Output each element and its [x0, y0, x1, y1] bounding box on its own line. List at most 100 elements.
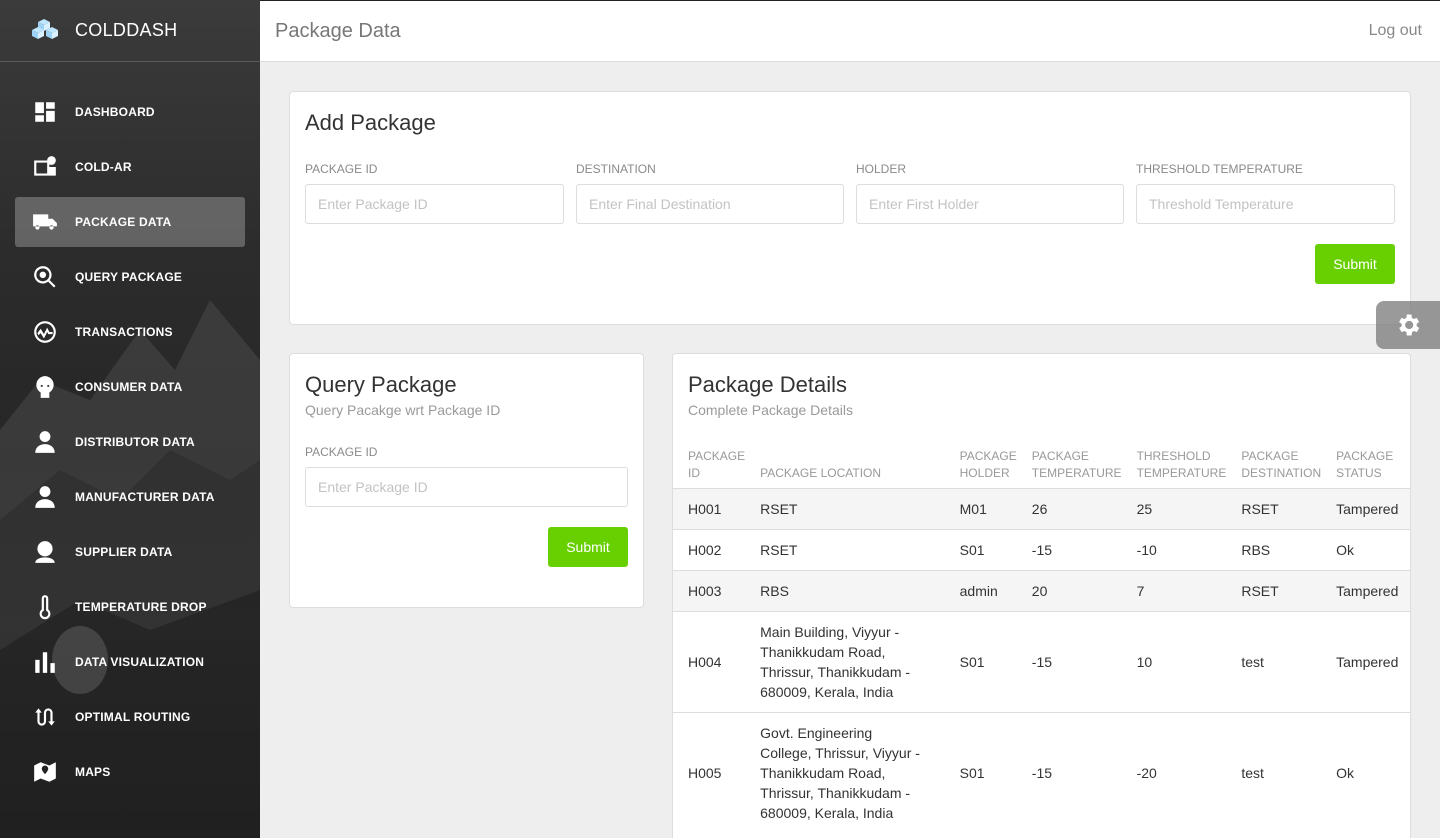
sidebar-item-maps[interactable]: MAPS: [15, 747, 245, 797]
package-details-header: Package Details Complete Package Details: [688, 372, 853, 418]
destination-field-group: DESTINATION: [576, 162, 844, 224]
sidebar-item-label: DATA VISUALIZATION: [75, 655, 205, 669]
sidebar-item-consumer-data[interactable]: CONSUMER DATA: [15, 362, 245, 412]
table-cell: RSET: [745, 488, 945, 530]
query-package-id-input[interactable]: [305, 467, 628, 507]
sidebar-nav: DASHBOARD COLD-AR PACKAGE DATA QUERY PAC…: [0, 62, 260, 797]
sidebar-item-cold-ar[interactable]: COLD-AR: [15, 142, 245, 192]
table-cell: RSET: [1226, 570, 1322, 612]
sidebar-item-package-data[interactable]: PACKAGE DATA: [15, 197, 245, 247]
add-package-card: Add Package PACKAGE ID DESTINATION HOLDE…: [289, 91, 1411, 325]
sidebar-item-temperature-drop[interactable]: TEMPERATURE DROP: [15, 582, 245, 632]
holder-input[interactable]: [856, 184, 1124, 224]
package-details-subtitle: Complete Package Details: [688, 402, 853, 418]
table-cell: Govt. Engineering College, Thrissur, Viy…: [745, 712, 945, 833]
table-row: H003 RBS admin 20 7 RSET Tampered: [673, 570, 1410, 612]
sidebar-item-query-package[interactable]: QUERY PACKAGE: [15, 252, 245, 302]
package-details-table: PACKAGE ID PACKAGE LOCATION PACKAGE HOLD…: [673, 444, 1410, 833]
sidebar-item-optimal-routing[interactable]: OPTIMAL ROUTING: [15, 692, 245, 742]
table-cell: S01: [944, 611, 1017, 713]
table-cell: -15: [1016, 529, 1122, 571]
thermometer-icon: [30, 592, 60, 622]
table-cell: Ok: [1321, 529, 1410, 571]
sidebar-item-distributor-data[interactable]: DISTRIBUTOR DATA: [15, 417, 245, 467]
package-id-input[interactable]: [305, 184, 564, 224]
sidebar-item-label: TRANSACTIONS: [75, 325, 173, 339]
sidebar-item-label: CONSUMER DATA: [75, 380, 183, 394]
table-cell: 7: [1121, 570, 1227, 612]
logout-link[interactable]: Log out: [1369, 22, 1422, 40]
table-cell: Tampered: [1321, 488, 1410, 530]
table-row: H005 Govt. Engineering College, Thrissur…: [673, 712, 1410, 833]
brand-name: COLDDASH: [75, 20, 178, 40]
table-row: H001 RSET M01 26 25 RSET Tampered: [673, 488, 1410, 530]
bar-chart-icon: [30, 647, 60, 677]
sidebar-item-label: QUERY PACKAGE: [75, 270, 183, 284]
table-cell: H005: [673, 712, 746, 833]
top-bar: Package Data Log out: [260, 0, 1440, 62]
field-label: HOLDER: [856, 162, 907, 176]
table-cell: RSET: [745, 529, 945, 571]
settings-toggle[interactable]: [1376, 301, 1440, 349]
sidebar-item-data-visualization[interactable]: DATA VISUALIZATION: [15, 637, 245, 687]
table-cell: H003: [673, 570, 746, 612]
sidebar-item-supplier-data[interactable]: SUPPLIER DATA: [15, 527, 245, 577]
query-package-card: Query Package Query Pacakge wrt Package …: [289, 353, 644, 608]
query-package-id-field-group: PACKAGE ID: [305, 445, 628, 507]
query-package-header: Query Package Query Pacakge wrt Package …: [305, 372, 500, 418]
ar-icon: [30, 152, 60, 182]
holder-field-group: HOLDER: [856, 162, 1124, 224]
package-details-card: Package Details Complete Package Details…: [672, 353, 1411, 838]
destination-input[interactable]: [576, 184, 844, 224]
sidebar-item-transactions[interactable]: TRANSACTIONS: [15, 307, 245, 357]
person-icon: [30, 482, 60, 512]
table-cell: Ok: [1321, 712, 1410, 833]
person-icon: [30, 427, 60, 457]
table-header-row: PACKAGE ID PACKAGE LOCATION PACKAGE HOLD…: [673, 444, 1410, 489]
table-cell: H001: [673, 488, 746, 530]
table-row: H002 RSET S01 -15 -10 RBS Ok: [673, 529, 1410, 571]
table-cell: Tampered: [1321, 611, 1410, 713]
pulse-icon: [30, 317, 60, 347]
sidebar-item-label: MAPS: [75, 765, 111, 779]
column-header: PACKAGE STATUS: [1336, 449, 1394, 480]
sidebar-item-label: DASHBOARD: [75, 105, 155, 119]
person-icon: [30, 537, 60, 567]
table-cell: RBS: [1226, 529, 1322, 571]
sidebar-item-label: TEMPERATURE DROP: [75, 600, 207, 614]
table-cell: test: [1226, 611, 1322, 713]
threshold-temperature-input[interactable]: [1136, 184, 1395, 224]
threshold-temperature-field-group: THRESHOLD TEMPERATURE: [1136, 162, 1395, 224]
sidebar: COLDDASH DASHBOARD COLD-AR PACKAGE DATA …: [0, 0, 260, 838]
column-header: PACKAGE TEMPERATURE: [1031, 449, 1122, 480]
table-cell: Main Building, Viyyur - Thanikkudam Road…: [745, 611, 945, 713]
table-cell: Tampered: [1321, 570, 1410, 612]
sidebar-item-dashboard[interactable]: DASHBOARD: [15, 87, 245, 137]
table-cell: -15: [1016, 611, 1122, 713]
add-package-submit-button[interactable]: Submit: [1315, 244, 1395, 284]
table-cell: -20: [1121, 712, 1227, 833]
table-cell: 20: [1016, 570, 1122, 612]
table-cell: H002: [673, 529, 746, 571]
table-cell: H004: [673, 611, 746, 713]
sidebar-item-label: COLD-AR: [75, 160, 132, 174]
column-header: THRESHOLD TEMPERATURE: [1136, 449, 1227, 480]
column-header: PACKAGE HOLDER: [959, 449, 1017, 480]
query-package-submit-button[interactable]: Submit: [548, 527, 628, 567]
table-cell: -15: [1016, 712, 1122, 833]
package-id-field-group: PACKAGE ID: [305, 162, 564, 224]
brand[interactable]: COLDDASH: [0, 0, 260, 62]
table-cell: admin: [944, 570, 1017, 612]
add-package-title: Add Package: [305, 110, 436, 135]
table-cell: RBS: [745, 570, 945, 612]
table-cell: 26: [1016, 488, 1122, 530]
field-label: PACKAGE ID: [305, 445, 378, 459]
sidebar-item-manufacturer-data[interactable]: MANUFACTURER DATA: [15, 472, 245, 522]
table-cell: RSET: [1226, 488, 1322, 530]
sidebar-item-label: SUPPLIER DATA: [75, 545, 173, 559]
table-cell: 25: [1121, 488, 1227, 530]
dashboard-icon: [30, 97, 60, 127]
table-cell: S01: [944, 529, 1017, 571]
table-row: H004 Main Building, Viyyur - Thanikkudam…: [673, 611, 1410, 713]
column-header: PACKAGE LOCATION: [760, 466, 882, 480]
